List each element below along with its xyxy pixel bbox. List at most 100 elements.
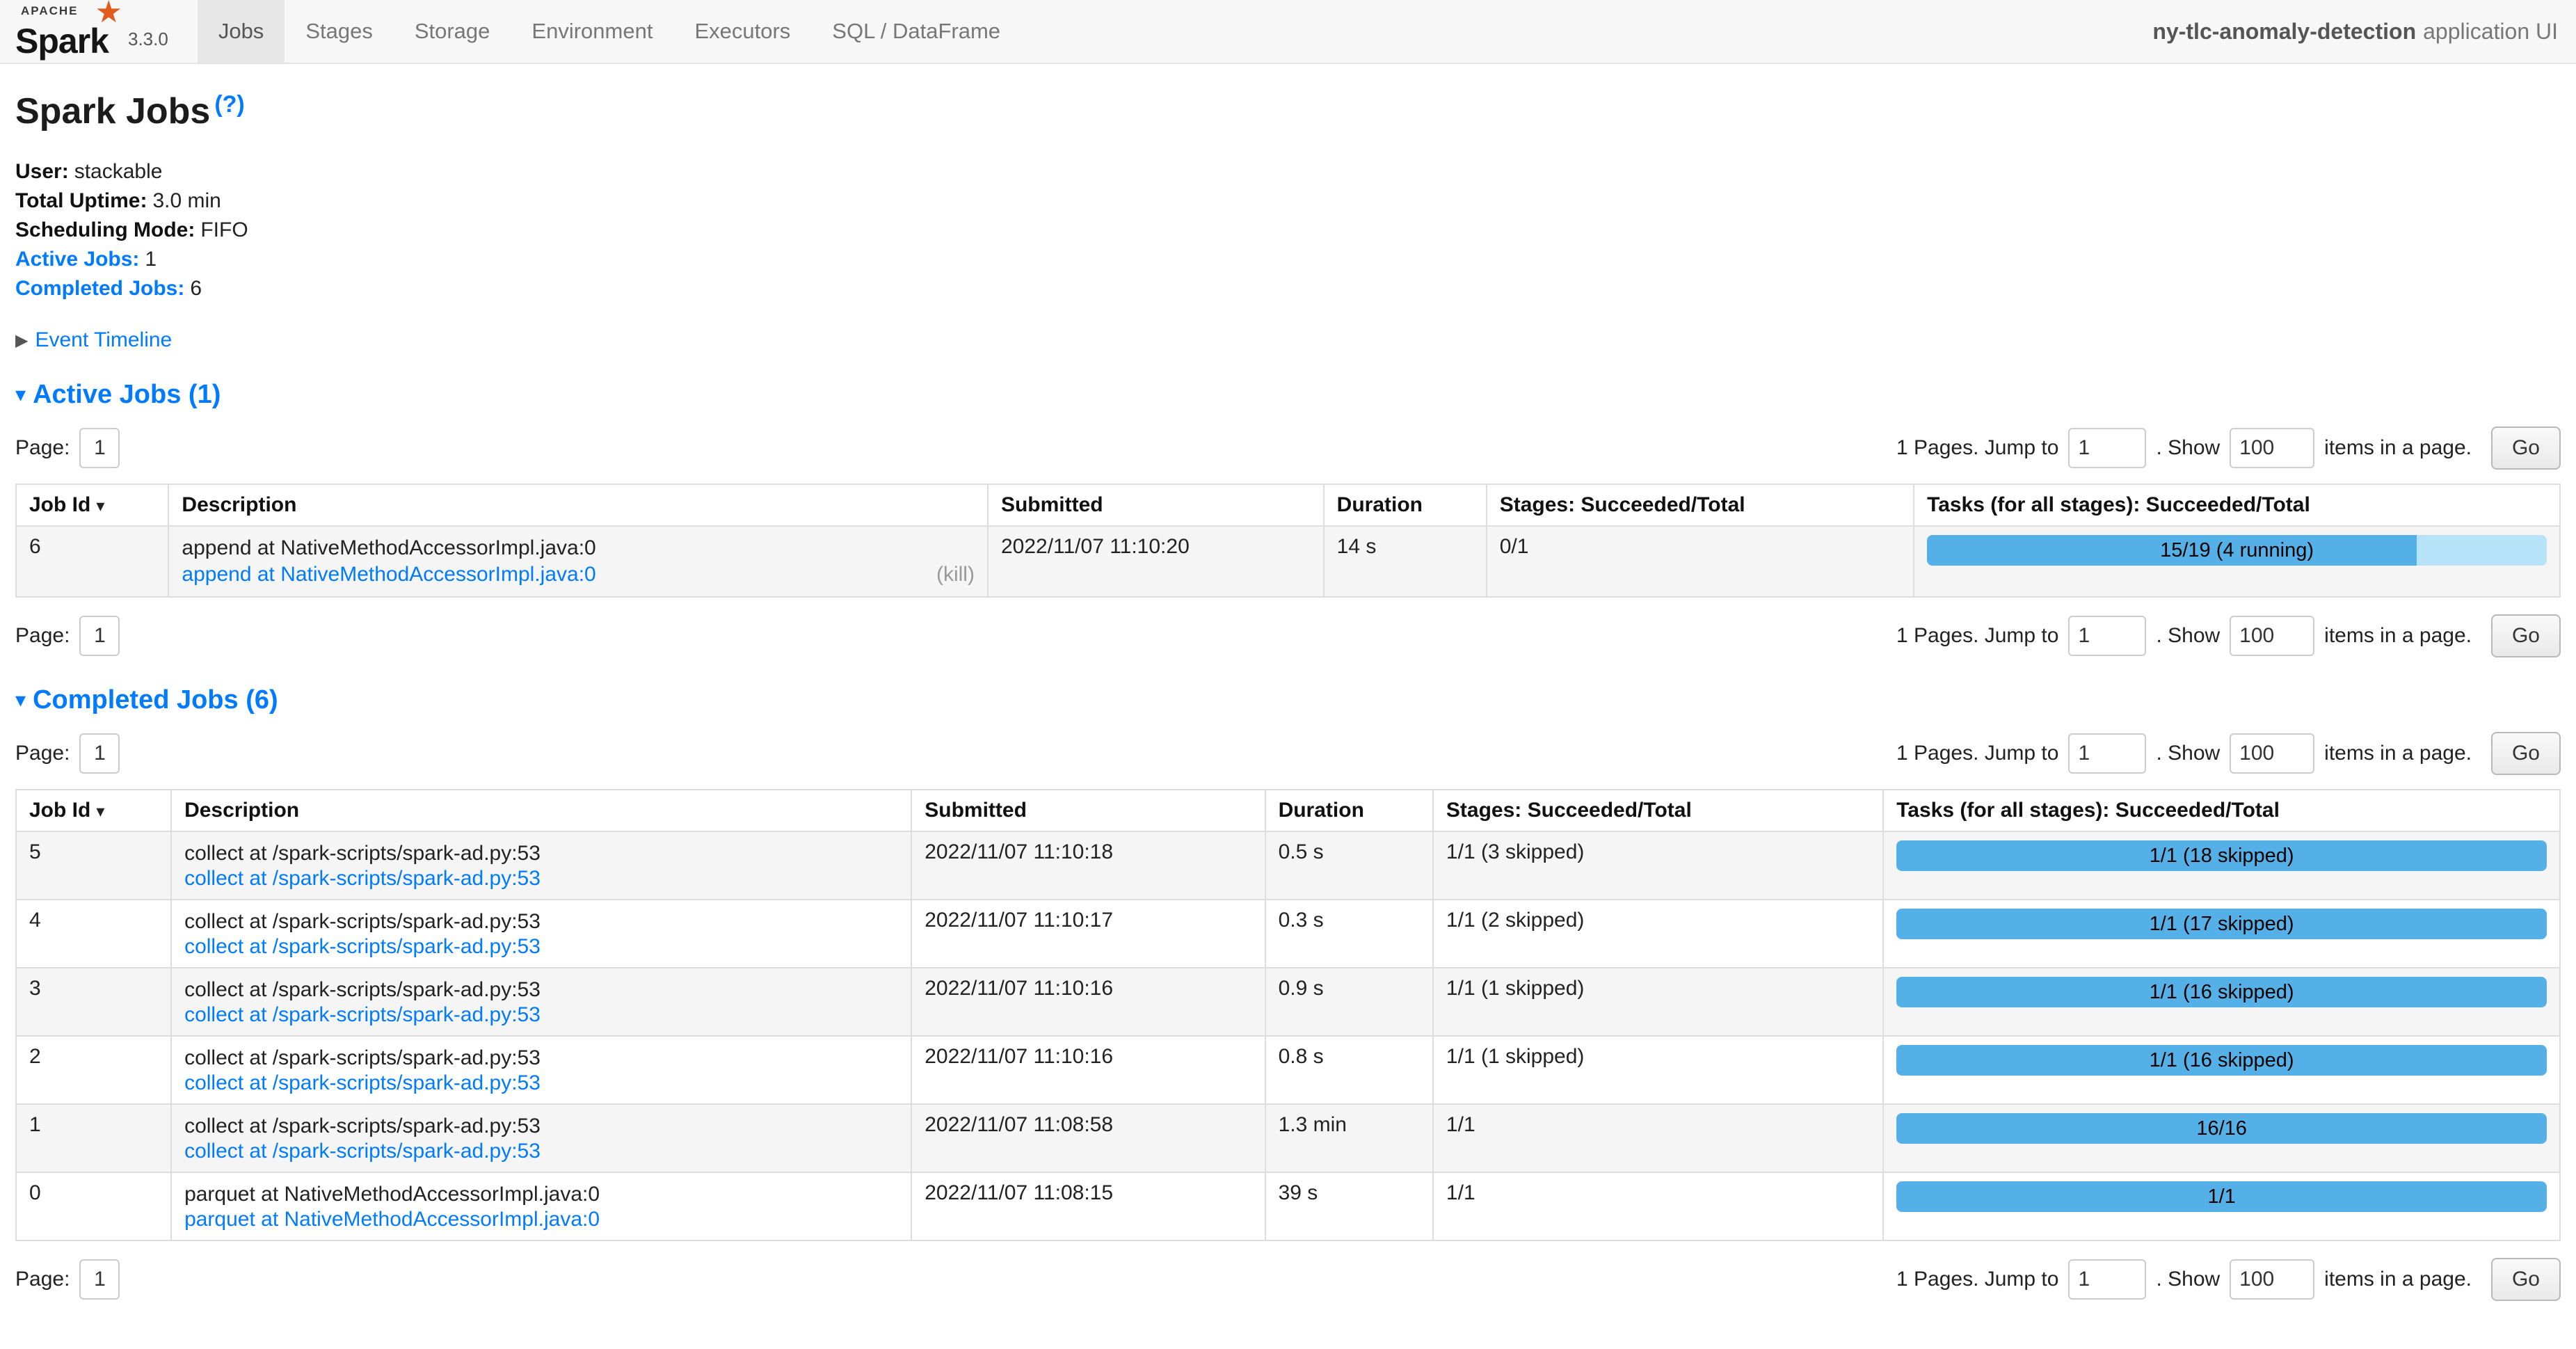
active-jobs-link[interactable]: Active Jobs: (15, 248, 139, 271)
completed-jobs-heading[interactable]: ▾ Completed Jobs (6) (15, 685, 2561, 715)
sort-desc-icon: ▾ (96, 802, 104, 821)
pages-info-text: 1 Pages. Jump to (1896, 1268, 2058, 1291)
nav-tab-executors[interactable]: Executors (673, 0, 811, 63)
nav-tab-sql-dataframe[interactable]: SQL / DataFrame (811, 0, 1021, 63)
progress-label: 15/19 (4 running) (1927, 535, 2547, 566)
job-detail-link[interactable]: collect at /spark-scripts/spark-ad.py:53 (184, 867, 541, 890)
help-link[interactable]: (?) (214, 91, 244, 118)
description-cell: collect at /spark-scripts/spark-ad.py:53… (171, 900, 911, 968)
tasks-cell: 1/1 (16 skipped) (1883, 968, 2560, 1036)
nav-tab-stages[interactable]: Stages (285, 0, 394, 63)
kill-job-link[interactable]: (kill) (936, 561, 975, 588)
show-items-input[interactable] (2230, 616, 2314, 656)
job-detail-link[interactable]: parquet at NativeMethodAccessorImpl.java… (184, 1208, 600, 1231)
col-submitted[interactable]: Submitted (911, 790, 1265, 831)
apache-wordmark: APACHE (21, 4, 79, 18)
job-detail-link[interactable]: collect at /spark-scripts/spark-ad.py:53 (184, 1003, 541, 1026)
page-number-input[interactable] (79, 428, 120, 468)
jump-to-input[interactable] (2068, 1259, 2146, 1300)
summary-scheduling-mode: Scheduling Mode:FIFO (15, 216, 2561, 245)
nav-tab-environment[interactable]: Environment (511, 0, 673, 63)
duration-cell: 39 s (1265, 1172, 1433, 1240)
job-detail-link[interactable]: collect at /spark-scripts/spark-ad.py:53 (184, 1140, 541, 1163)
show-items-input[interactable] (2230, 1259, 2314, 1300)
event-timeline-label[interactable]: Event Timeline (35, 328, 172, 352)
col-job-id[interactable]: Job Id▾ (16, 484, 168, 526)
tasks-progress-bar: 16/16 (1896, 1113, 2547, 1144)
job-detail-link[interactable]: collect at /spark-scripts/spark-ad.py:53 (184, 935, 541, 958)
go-button[interactable]: Go (2491, 1258, 2561, 1301)
description-cell: collect at /spark-scripts/spark-ad.py:53… (171, 1104, 911, 1172)
description-cell: collect at /spark-scripts/spark-ad.py:53… (171, 1036, 911, 1104)
col-description[interactable]: Description (168, 484, 988, 526)
nav-tab-storage[interactable]: Storage (394, 0, 511, 63)
job-id-cell: 5 (16, 831, 171, 900)
job-detail-link[interactable]: collect at /spark-scripts/spark-ad.py:53 (184, 1071, 541, 1094)
page-label: Page: (15, 742, 70, 765)
page-label: Page: (15, 436, 70, 460)
pages-info-text: 1 Pages. Jump to (1896, 436, 2058, 460)
table-row: 1 collect at /spark-scripts/spark-ad.py:… (16, 1104, 2560, 1172)
pagination: Page: 1 Pages. Jump to . Show items in a… (15, 1258, 2561, 1301)
col-submitted[interactable]: Submitted (988, 484, 1324, 526)
show-items-input[interactable] (2230, 733, 2314, 774)
duration-cell: 0.8 s (1265, 1036, 1433, 1104)
col-stages[interactable]: Stages: Succeeded/Total (1487, 484, 1914, 526)
job-detail-link[interactable]: append at NativeMethodAccessorImpl.java:… (182, 561, 595, 588)
duration-cell: 0.5 s (1265, 831, 1433, 900)
col-tasks[interactable]: Tasks (for all stages): Succeeded/Total (1914, 484, 2560, 526)
nav-tab-jobs[interactable]: Jobs (198, 0, 285, 63)
go-button[interactable]: Go (2491, 614, 2561, 657)
go-button[interactable]: Go (2491, 426, 2561, 470)
show-items-input[interactable] (2230, 428, 2314, 468)
page-title-text: Spark Jobs (15, 91, 210, 131)
duration-cell: 0.9 s (1265, 968, 1433, 1036)
job-id-cell: 4 (16, 900, 171, 968)
col-job-id[interactable]: Job Id▾ (16, 790, 171, 831)
pages-info-text: 1 Pages. Jump to (1896, 624, 2058, 648)
table-header-row: Job Id▾ Description Submitted Duration S… (16, 484, 2560, 526)
jump-to-input[interactable] (2068, 733, 2146, 774)
job-id-cell: 0 (16, 1172, 171, 1240)
summary-uptime: Total Uptime:3.0 min (15, 186, 2561, 216)
items-text: items in a page. (2324, 1268, 2472, 1291)
application-title: ny-tlc-anomaly-detection application UI (2152, 0, 2576, 63)
completed-jobs-link[interactable]: Completed Jobs: (15, 277, 184, 300)
col-tasks[interactable]: Tasks (for all stages): Succeeded/Total (1883, 790, 2560, 831)
go-button[interactable]: Go (2491, 732, 2561, 775)
col-stages[interactable]: Stages: Succeeded/Total (1433, 790, 1883, 831)
tasks-progress-bar: 1/1 (18 skipped) (1896, 840, 2547, 871)
event-timeline-toggle[interactable]: ▶ Event Timeline (15, 328, 2561, 352)
page-number-input[interactable] (79, 733, 120, 774)
items-text: items in a page. (2324, 624, 2472, 648)
page-number-input[interactable] (79, 616, 120, 656)
table-header-row: Job Id▾ Description Submitted Duration S… (16, 790, 2560, 831)
show-text: . Show (2156, 742, 2220, 765)
col-description[interactable]: Description (171, 790, 911, 831)
description-cell: collect at /spark-scripts/spark-ad.py:53… (171, 968, 911, 1036)
col-duration[interactable]: Duration (1265, 790, 1433, 831)
navbar-tabs: Jobs Stages Storage Environment Executor… (198, 0, 1021, 63)
submitted-cell: 2022/11/07 11:10:16 (911, 968, 1265, 1036)
jump-to-input[interactable] (2068, 616, 2146, 656)
spark-logo[interactable]: APACHE ★ Spark (15, 4, 120, 57)
tasks-cell: 1/1 (18 skipped) (1883, 831, 2560, 900)
submitted-cell: 2022/11/07 11:10:17 (911, 900, 1265, 968)
submitted-cell: 2022/11/07 11:08:58 (911, 1104, 1265, 1172)
description-cell: append at NativeMethodAccessorImpl.java:… (168, 526, 988, 597)
jump-to-input[interactable] (2068, 428, 2146, 468)
progress-label: 1/1 (16 skipped) (1896, 1045, 2547, 1076)
page-number-input[interactable] (79, 1259, 120, 1300)
job-summary: User:stackable Total Uptime:3.0 min Sche… (15, 157, 2561, 303)
job-id-cell: 6 (16, 526, 168, 597)
tasks-cell: 1/1 (17 skipped) (1883, 900, 2560, 968)
tasks-progress-bar: 1/1 (16 skipped) (1896, 977, 2547, 1007)
application-ui-suffix: application UI (2423, 19, 2558, 45)
items-text: items in a page. (2324, 436, 2472, 460)
show-text: . Show (2156, 436, 2220, 460)
sort-desc-icon: ▾ (96, 497, 104, 516)
active-jobs-heading[interactable]: ▾ Active Jobs (1) (15, 380, 2561, 410)
tasks-cell: 1/1 (16 skipped) (1883, 1036, 2560, 1104)
table-row: 3 collect at /spark-scripts/spark-ad.py:… (16, 968, 2560, 1036)
col-duration[interactable]: Duration (1324, 484, 1487, 526)
